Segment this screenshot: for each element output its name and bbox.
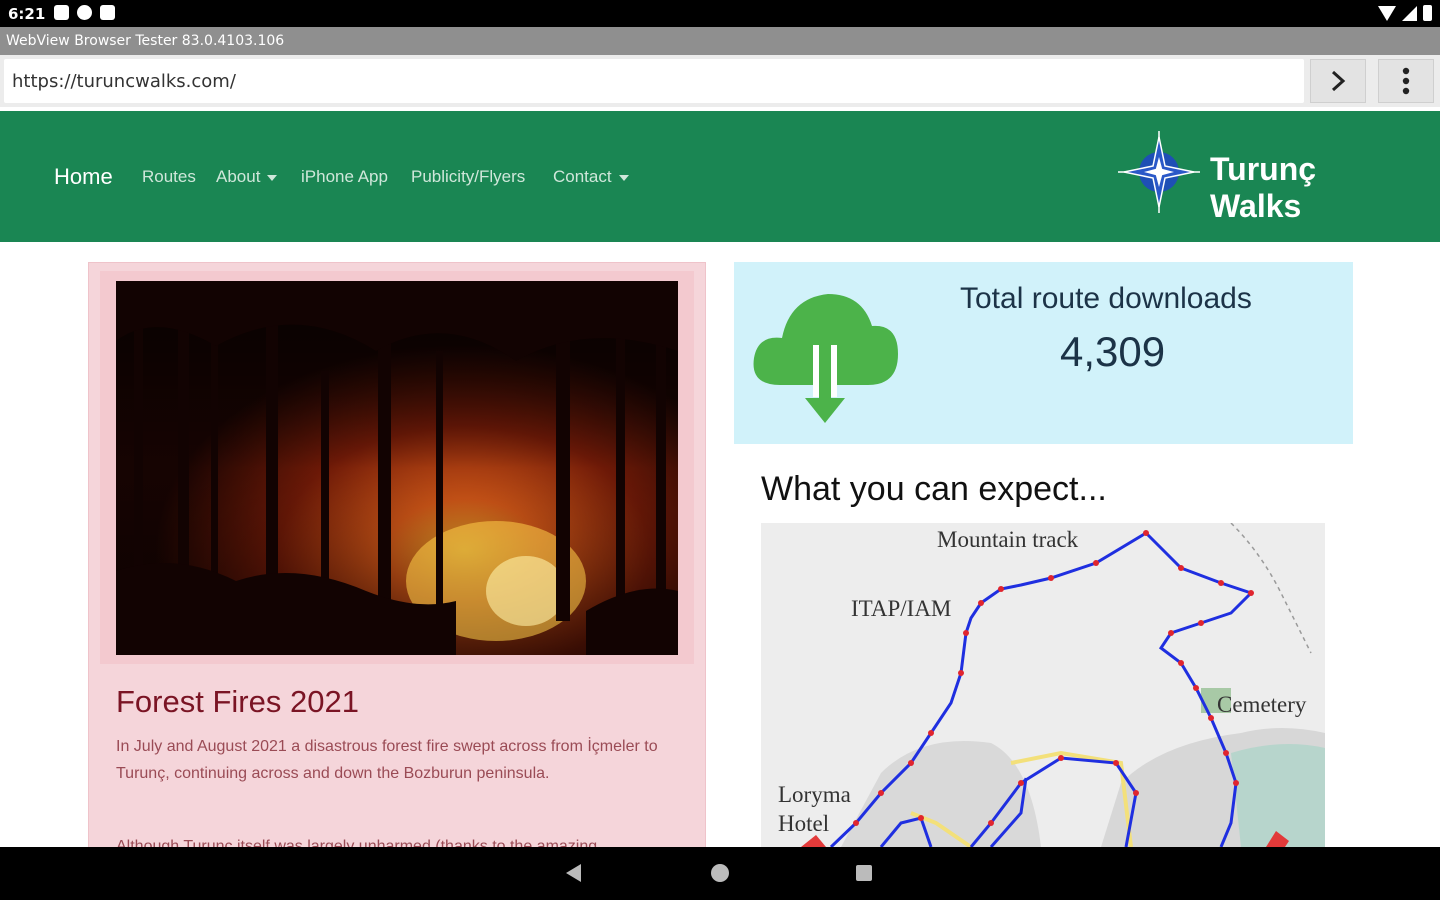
- home-icon[interactable]: [711, 864, 729, 882]
- forest-fire-image[interactable]: [116, 281, 678, 655]
- nav-about[interactable]: About: [216, 167, 278, 187]
- notification-icons: [54, 5, 115, 20]
- news-paragraph: In July and August 2021 a disastrous for…: [116, 738, 658, 782]
- url-field-wrapper: [4, 59, 1304, 103]
- sd-card-icon: [100, 5, 115, 20]
- nav-contact[interactable]: Contact: [553, 167, 629, 187]
- browser-title: WebView Browser Tester 83.0.4103.106: [6, 33, 285, 49]
- brand[interactable]: Turunç Walks: [1116, 129, 1416, 224]
- more-vertical-icon: [1402, 67, 1410, 95]
- compass-logo-icon: [1118, 131, 1200, 213]
- url-input[interactable]: [4, 59, 1304, 103]
- go-button[interactable]: [1310, 59, 1366, 103]
- caret-down-icon: [267, 174, 278, 181]
- map-label-cemetery: Cemetery: [1217, 692, 1307, 717]
- chevron-right-icon: [1331, 70, 1346, 92]
- recent-apps-icon[interactable]: [856, 865, 872, 881]
- map-label-hotel: Hotel: [778, 811, 830, 836]
- system-icons: [1378, 5, 1432, 21]
- downloads-panel: Total route downloads 4,309: [734, 262, 1353, 444]
- battery-icon: [1423, 5, 1432, 21]
- url-bar: [0, 55, 1440, 107]
- nav-publicity[interactable]: Publicity/Flyers: [411, 167, 525, 187]
- browser-title-bar: WebView Browser Tester 83.0.4103.106: [0, 27, 1440, 55]
- app-notification-icon: [77, 5, 92, 20]
- nav-routes[interactable]: Routes: [142, 167, 196, 187]
- android-nav-bar: [0, 847, 1440, 900]
- signal-icon: [1402, 6, 1417, 21]
- notification-icon: [54, 5, 69, 20]
- browser-menu-button[interactable]: [1378, 59, 1434, 103]
- map-label-loryma: Loryma: [778, 782, 851, 807]
- downloads-label: Total route downloads: [960, 282, 1252, 315]
- nav-about-label: About: [216, 167, 261, 186]
- news-title[interactable]: Forest Fires 2021: [116, 684, 359, 720]
- caret-down-icon: [618, 174, 629, 181]
- back-icon[interactable]: [566, 864, 581, 882]
- cloud-download-icon: [753, 294, 898, 423]
- site-navbar: Home Routes About iPhone App Publicity/F…: [0, 111, 1440, 242]
- map-label-itap: ITAP/IAM: [851, 596, 952, 621]
- news-image-frame: [100, 271, 694, 664]
- wifi-icon: [1378, 6, 1396, 21]
- status-bar: 6:21: [0, 0, 1440, 27]
- expect-heading: What you can expect...: [761, 470, 1107, 508]
- status-time: 6:21: [8, 5, 46, 23]
- nav-contact-label: Contact: [553, 167, 612, 186]
- brand-name: Turunç Walks: [1210, 151, 1317, 224]
- downloads-count: 4,309: [1060, 328, 1166, 375]
- nav-home[interactable]: Home: [54, 164, 113, 190]
- nav-iphone-app[interactable]: iPhone App: [301, 167, 388, 187]
- map-label-mountain: Mountain track: [937, 527, 1079, 552]
- route-map[interactable]: Mountain track ITAP/IAM Cemetery Loryma …: [761, 523, 1325, 847]
